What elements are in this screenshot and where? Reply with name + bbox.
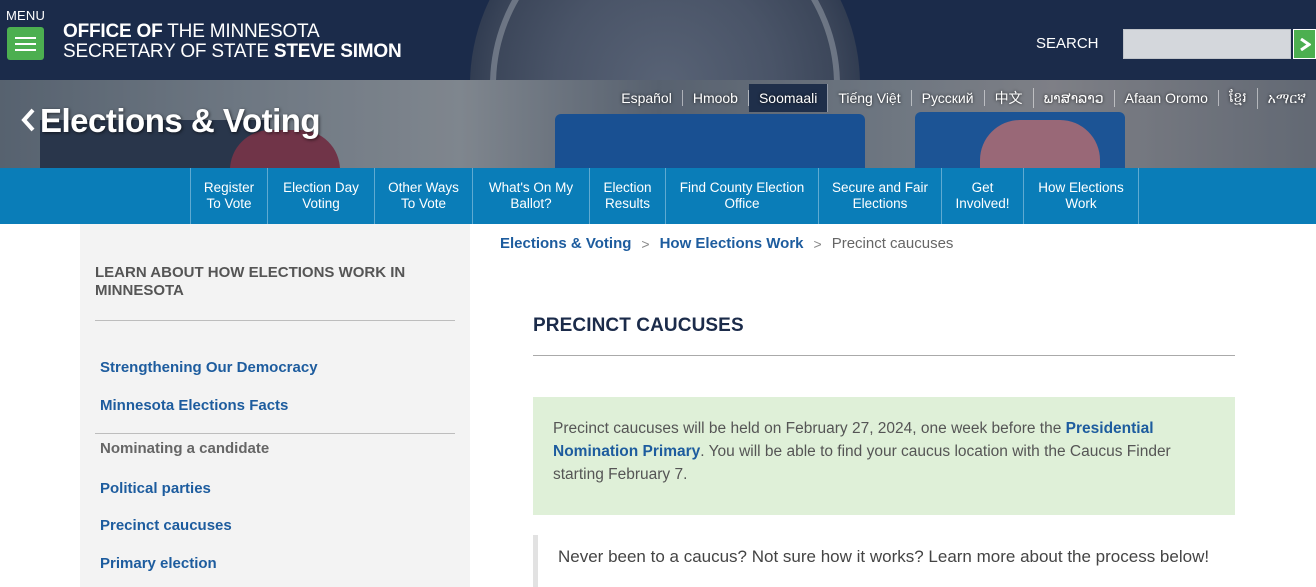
language-selector: Español Hmoob Soomaali Tiếng Việt Русски… [611,84,1316,112]
search-input[interactable] [1123,29,1291,59]
language-link-active[interactable]: Soomaali [748,84,829,112]
chevron-left-icon [20,102,36,140]
breadcrumb-current: Precinct caucuses [831,235,954,252]
arrow-right-icon [1300,38,1311,51]
language-link[interactable]: 中文 [985,88,1034,108]
nav-item-county-office[interactable]: Find County Election Office [666,168,819,224]
nav-item-results[interactable]: Election Results [590,168,666,224]
intro-blockquote: Never been to a caucus? Not sure how it … [533,535,1235,587]
nav-item-register[interactable]: Register To Vote [191,168,268,224]
sidebar: LEARN ABOUT HOW ELECTIONS WORK IN MINNES… [80,224,470,587]
sidebar-link-political-parties[interactable]: Political parties [100,480,211,497]
sidebar-divider [95,320,455,321]
language-link[interactable]: Español [611,90,683,106]
search-label: SEARCH [1036,35,1099,52]
back-link-label: Elections & Voting [40,102,321,139]
title-divider [533,355,1235,356]
breadcrumb-separator: > [813,235,822,252]
sidebar-link-strengthening-democracy[interactable]: Strengthening Our Democracy [100,359,318,376]
hero-banner: Elections & Voting Español Hmoob Soomaal… [0,80,1316,168]
language-link[interactable]: ខ្មែរ [1219,87,1258,109]
language-link[interactable]: Hmoob [683,90,749,106]
nav-item-other-ways[interactable]: Other Ways To Vote [375,168,473,224]
breadcrumb-separator: > [641,235,650,252]
sidebar-link-primary-election[interactable]: Primary election [100,555,217,572]
language-link[interactable]: Tiếng Việt [828,90,912,106]
hamburger-icon [15,37,36,39]
state-seal-ring [490,0,840,80]
office-line2-bold: STEVE SIMON [273,41,402,62]
language-link[interactable]: Русский [912,90,985,106]
notice-box: Precinct caucuses will be held on Februa… [533,397,1235,515]
nav-item-election-day[interactable]: Election Day Voting [268,168,375,224]
nav-item-ballot[interactable]: What's On My Ballot? [473,168,590,224]
menu-button[interactable] [7,27,44,60]
breadcrumb-link-how-elections-work[interactable]: How Elections Work [660,235,804,252]
language-link[interactable]: Afaan Oromo [1115,90,1219,106]
back-link-elections-voting[interactable]: Elections & Voting [20,102,321,140]
office-line2-rest: SECRETARY OF STATE [63,41,274,62]
menu-label: MENU [6,8,46,23]
sidebar-divider [95,433,455,434]
site-header: MENU OFFICE OF THE MINNESOTA SECRETARY O… [0,0,1316,80]
main-nav: Register To Vote Election Day Voting Other… [0,168,1316,224]
breadcrumb-link-elections-voting[interactable]: Elections & Voting [500,235,631,252]
notice-text: Precinct caucuses will be held on Februa… [553,420,1066,437]
sidebar-link-precinct-caucuses[interactable]: Precinct caucuses [100,517,232,534]
nav-item-how-elections-work[interactable]: How Elections Work [1024,168,1139,224]
search-submit-button[interactable] [1293,29,1316,59]
breadcrumb: Elections & Voting > How Elections Work … [500,235,953,252]
nav-item-secure-elections[interactable]: Secure and Fair Elections [819,168,942,224]
language-link[interactable]: አማርኛ [1258,90,1316,107]
site-logo-text[interactable]: OFFICE OF THE MINNESOTA SECRETARY OF STA… [63,22,402,62]
language-link[interactable]: ພາສາລາວ [1034,89,1115,107]
sidebar-section-heading: Nominating a candidate [100,440,270,457]
nav-item-get-involved[interactable]: Get Involved! [942,168,1024,224]
page-title: PRECINCT CAUCUSES [533,315,744,336]
sidebar-link-elections-facts[interactable]: Minnesota Elections Facts [100,397,288,414]
office-line1-rest: THE MINNESOTA [162,21,320,42]
sidebar-title: LEARN ABOUT HOW ELECTIONS WORK IN MINNES… [95,264,406,299]
office-line1-bold: OFFICE OF [63,21,163,42]
